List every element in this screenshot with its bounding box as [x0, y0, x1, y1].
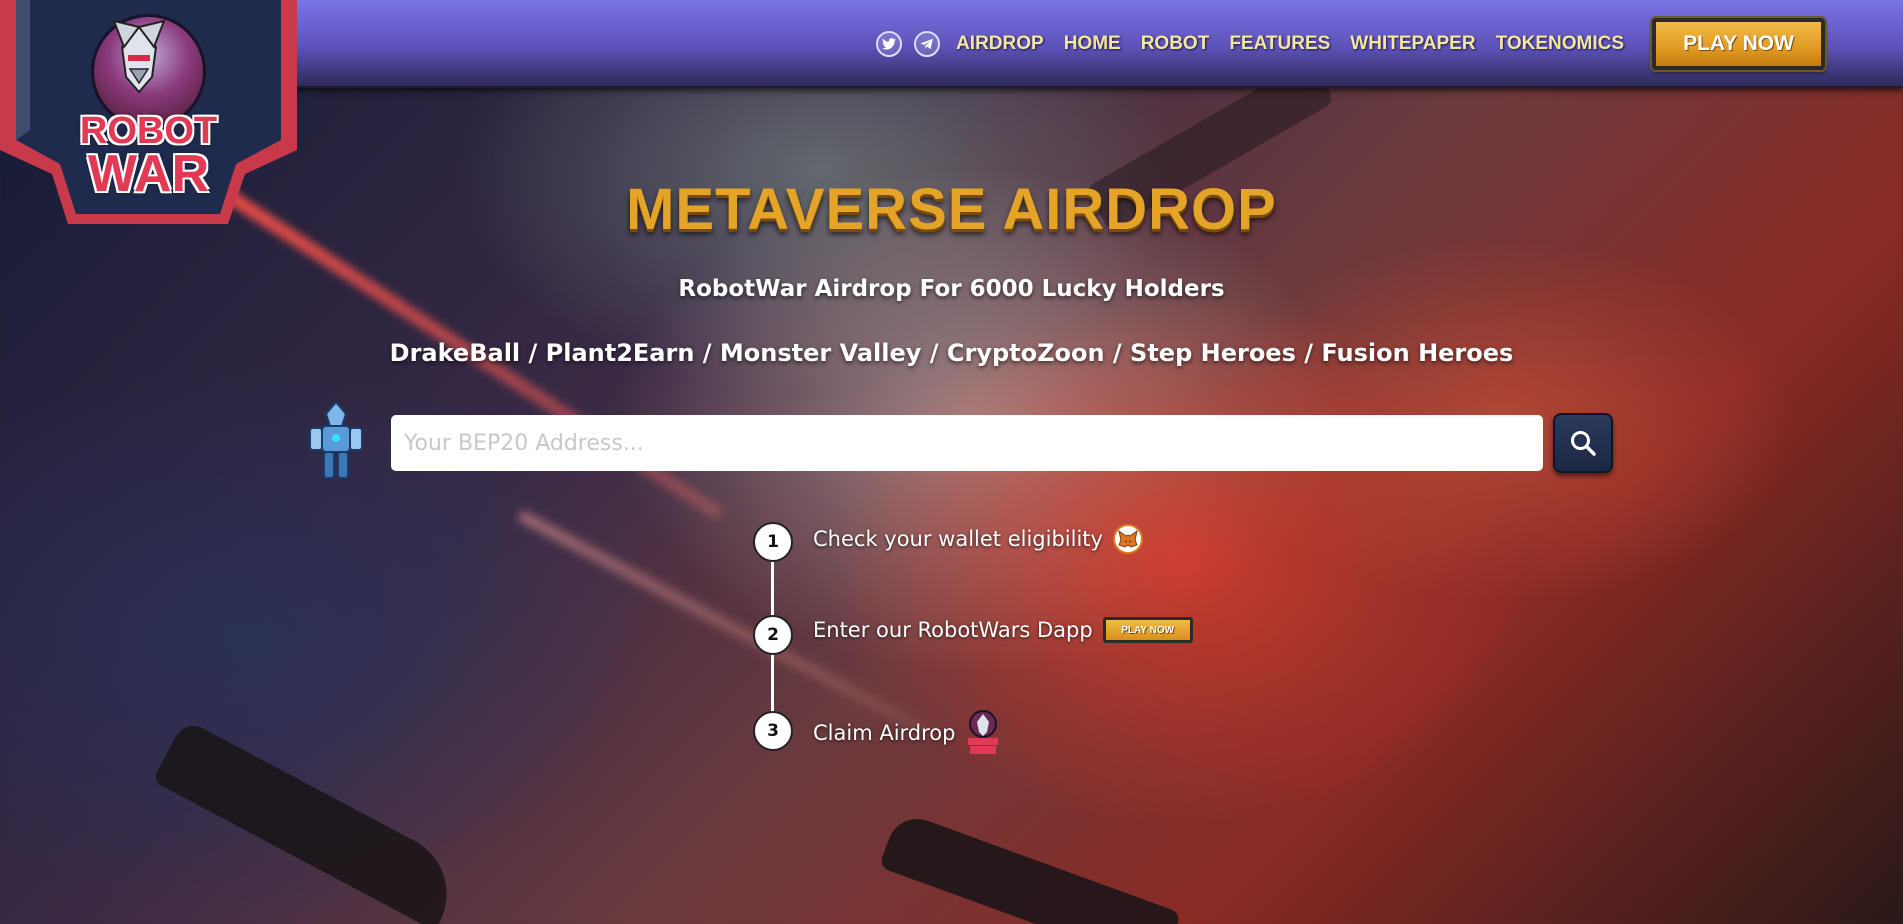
step-3: Claim Airdrop: [813, 710, 1001, 756]
telegram-icon[interactable]: [914, 31, 941, 57]
play-now-button[interactable]: PLAY NOW: [1652, 18, 1825, 70]
metamask-fox-icon[interactable]: [1112, 524, 1143, 554]
step-2: Enter our RobotWars Dapp PLAY NOW: [813, 617, 1193, 643]
step-1-label: Check your wallet eligibility: [813, 527, 1103, 551]
step-number-1: 1: [753, 522, 793, 562]
robot-war-mini-logo-icon: [965, 710, 1001, 756]
step-2-label: Enter our RobotWars Dapp: [813, 618, 1093, 642]
spaceship-silhouette-left: [152, 718, 468, 924]
bep20-address-input[interactable]: [391, 415, 1543, 471]
step-1: Check your wallet eligibility: [813, 524, 1143, 554]
nav-link-tokenomics[interactable]: TOKENOMICS: [1496, 33, 1624, 55]
logo-text-war: WAR: [87, 145, 210, 203]
step-number-2: 2: [753, 615, 793, 655]
robot-mascot-icon: [304, 398, 368, 484]
twitter-icon[interactable]: [876, 31, 903, 57]
partner-projects-list: DrakeBall / Plant2Earn / Monster Valley …: [389, 339, 1514, 367]
search-button[interactable]: [1553, 413, 1613, 473]
spaceship-silhouette-center: [878, 810, 1182, 924]
step-number-3: 3: [753, 711, 793, 751]
step-3-label: Claim Airdrop: [813, 721, 956, 745]
nav-link-robot[interactable]: ROBOT: [1141, 33, 1210, 55]
nav-link-home[interactable]: HOME: [1064, 33, 1121, 55]
nav-link-features[interactable]: FEATURES: [1229, 33, 1330, 55]
nav-link-whitepaper[interactable]: WHITEPAPER: [1350, 33, 1475, 55]
dapp-play-now-button[interactable]: PLAY NOW: [1102, 617, 1193, 643]
main-nav: AIRDROP HOME ROBOT FEATURES WHITEPAPER T…: [876, 0, 1903, 88]
robot-war-logo[interactable]: ROBOT WAR: [0, 0, 297, 224]
search-icon: [1571, 431, 1596, 456]
nav-link-airdrop[interactable]: AIRDROP: [956, 33, 1044, 55]
hero-subtitle: RobotWar Airdrop For 6000 Lucky Holders: [678, 276, 1225, 302]
